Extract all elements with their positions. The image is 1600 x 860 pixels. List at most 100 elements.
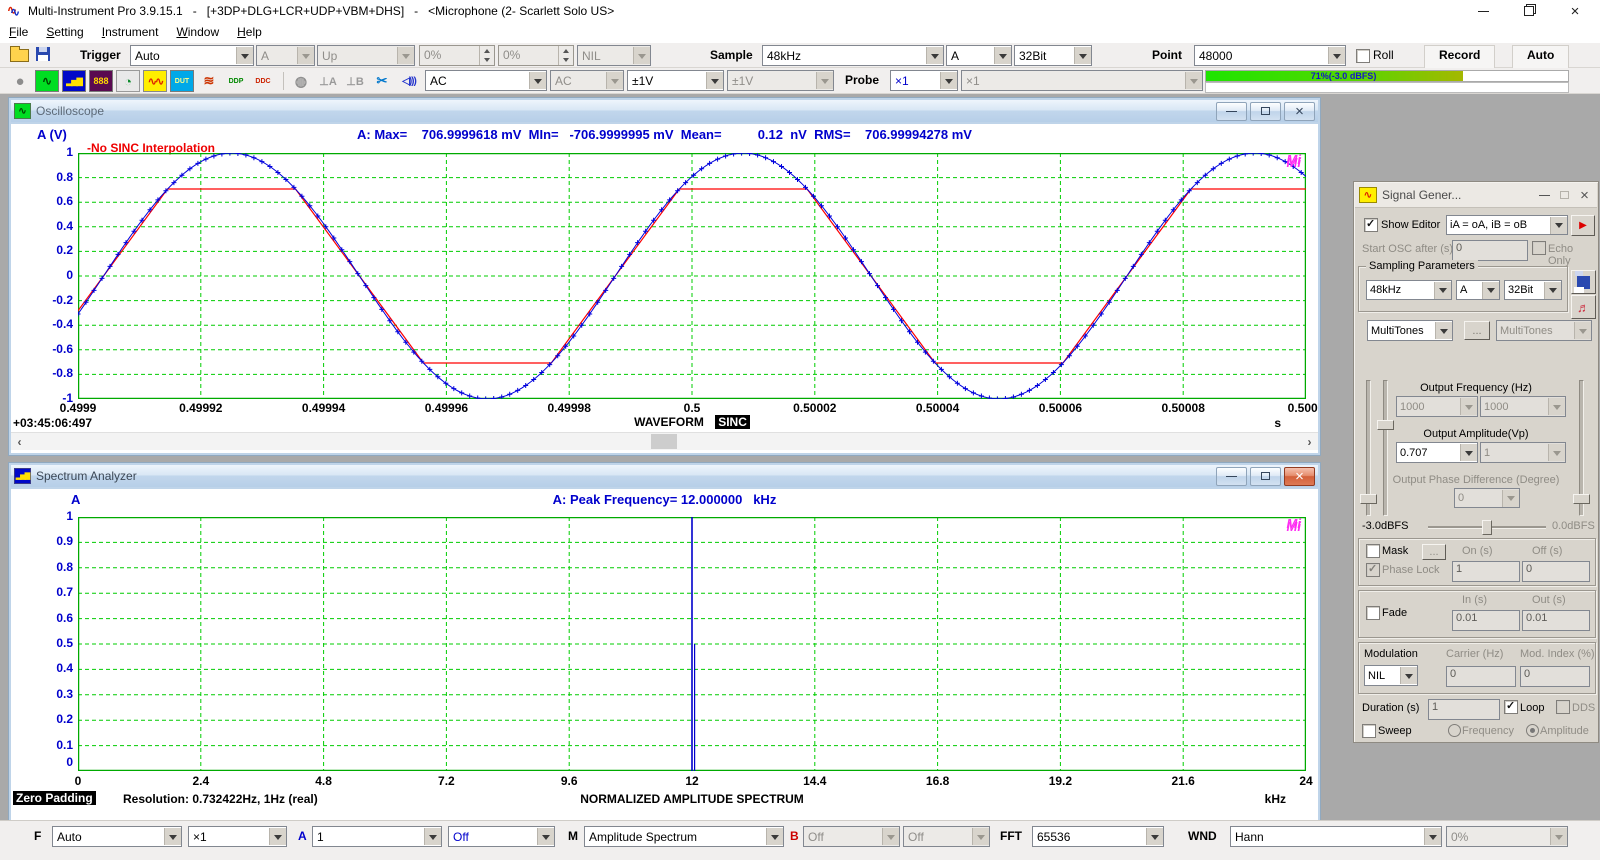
spectrum-plot[interactable]: Mi bbox=[78, 517, 1306, 771]
analysis-mode-select[interactable]: Amplitude Spectrum bbox=[584, 826, 784, 847]
spectrum-3d-plot-icon[interactable]: ◔ bbox=[116, 70, 140, 92]
frequency-axis-select[interactable]: Auto bbox=[52, 826, 182, 847]
minimize-button[interactable] bbox=[1460, 0, 1506, 22]
save-signal-button[interactable] bbox=[1571, 270, 1596, 294]
close-button[interactable] bbox=[1576, 188, 1593, 203]
gen-bit-depth-select[interactable]: 32Bit bbox=[1504, 280, 1562, 300]
probe-b-select[interactable]: ×1 bbox=[961, 70, 1203, 91]
carrier-input[interactable]: 0 bbox=[1446, 666, 1516, 687]
b-range-select[interactable]: Off bbox=[803, 826, 900, 847]
zero-padding-badge[interactable]: Zero Padding bbox=[13, 791, 96, 805]
amplitude-slider-a-thumb[interactable] bbox=[1360, 494, 1377, 504]
frequency-slider-a-track[interactable] bbox=[1383, 380, 1388, 516]
coupling-a-select[interactable]: AC bbox=[425, 70, 547, 91]
spectrum-analyzer-icon[interactable]: ▂▅▇ bbox=[62, 70, 86, 92]
gen-channel-select[interactable]: A bbox=[1456, 280, 1500, 300]
duration-input[interactable]: 1 bbox=[1428, 699, 1500, 720]
sampling-channel-select[interactable]: A bbox=[946, 45, 1012, 66]
scroll-left-icon[interactable]: ‹ bbox=[11, 433, 28, 450]
menu-item-setting[interactable]: Setting bbox=[37, 22, 92, 42]
record-icon[interactable]: ● bbox=[8, 70, 32, 92]
menu-item-window[interactable]: Window bbox=[167, 22, 228, 42]
show-editor-checkbox[interactable] bbox=[1364, 218, 1378, 232]
mask-on-input[interactable]: 1 bbox=[1452, 561, 1520, 582]
routing-select[interactable]: iA = oA, iB = oB bbox=[1446, 215, 1568, 235]
mod-index-input[interactable]: 0 bbox=[1520, 666, 1590, 687]
modulation-type-select[interactable]: NIL bbox=[1364, 665, 1418, 686]
scroll-right-icon[interactable]: › bbox=[1301, 433, 1318, 450]
minimize-button[interactable] bbox=[1216, 467, 1247, 486]
sweep-amplitude-radio[interactable] bbox=[1526, 724, 1539, 737]
coupling-b-select[interactable]: AC bbox=[550, 70, 624, 91]
fade-out-input[interactable]: 0.01 bbox=[1522, 610, 1590, 631]
record-button[interactable]: Record bbox=[1424, 45, 1495, 70]
generator-run-button[interactable]: ▶ bbox=[1571, 215, 1595, 236]
amplitude-b-select[interactable]: 1 bbox=[1480, 442, 1566, 463]
sampling-rate-select[interactable]: 48kHz bbox=[762, 45, 944, 66]
mask-off-input[interactable]: 0 bbox=[1522, 561, 1590, 582]
sweep-frequency-radio[interactable] bbox=[1448, 724, 1461, 737]
dbfs-slider-thumb[interactable] bbox=[1482, 520, 1492, 535]
waveform-plot[interactable]: Mi bbox=[78, 153, 1306, 399]
close-button[interactable] bbox=[1284, 467, 1315, 486]
menu-item-help[interactable]: Help bbox=[228, 22, 271, 42]
range-a-select[interactable]: ±1V bbox=[627, 70, 724, 91]
auto-scaling-button[interactable]: Auto bbox=[1512, 45, 1569, 70]
frequency-a-select[interactable]: 1000 bbox=[1396, 396, 1478, 417]
horizontal-scrollbar[interactable]: ‹ › bbox=[11, 432, 1318, 450]
waveform-b-select[interactable]: MultiTones bbox=[1496, 320, 1592, 341]
range-b-select[interactable]: ±1V bbox=[727, 70, 834, 91]
gen-sampling-rate-select[interactable]: 48kHz bbox=[1366, 280, 1452, 300]
close-button[interactable] bbox=[1284, 102, 1315, 121]
save-file-icon[interactable] bbox=[36, 47, 50, 61]
roll-checkbox[interactable] bbox=[1356, 49, 1370, 63]
trigger-source-select[interactable]: A bbox=[256, 45, 315, 66]
fade-checkbox[interactable] bbox=[1366, 606, 1380, 620]
restore-button[interactable] bbox=[1556, 188, 1573, 203]
oscilloscope-titlebar[interactable]: ∿ Oscilloscope bbox=[11, 100, 1318, 122]
trigger-edge-select[interactable]: Up bbox=[317, 45, 415, 66]
a-range-select[interactable]: 1 bbox=[312, 826, 442, 847]
dds-checkbox[interactable] bbox=[1556, 700, 1570, 714]
restore-button[interactable] bbox=[1250, 467, 1281, 486]
fade-in-input[interactable]: 0.01 bbox=[1452, 610, 1520, 631]
sweep-checkbox[interactable] bbox=[1362, 724, 1376, 738]
sinc-badge[interactable]: SINC bbox=[715, 415, 750, 429]
probe-calibration-icon[interactable]: ✂ bbox=[370, 70, 394, 92]
ddp-viewer-icon[interactable]: DDP bbox=[224, 70, 248, 92]
multimeter-icon[interactable]: 888 bbox=[89, 70, 113, 92]
minimize-button[interactable] bbox=[1216, 102, 1247, 121]
music-play-button[interactable]: ♬ bbox=[1571, 295, 1596, 319]
oscilloscope-icon[interactable]: ∿ bbox=[35, 70, 59, 92]
slider-b-thumb[interactable] bbox=[1573, 494, 1590, 504]
fft-size-select[interactable]: 65536 bbox=[1032, 826, 1164, 847]
signal-generator-icon[interactable]: ∿∿ bbox=[143, 70, 167, 92]
multitones-editor-button[interactable]: ... bbox=[1464, 321, 1490, 340]
a-reference-select[interactable]: Off bbox=[448, 826, 555, 847]
trigger-level-spinner[interactable]: 0% bbox=[419, 45, 495, 66]
trigger-delay-spinner[interactable]: 0% bbox=[498, 45, 574, 66]
bit-depth-select[interactable]: 32Bit bbox=[1014, 45, 1092, 66]
menu-item-file[interactable]: File bbox=[0, 22, 37, 42]
sound-output-icon[interactable]: ◁))) bbox=[397, 70, 421, 92]
spinner-arrows-icon[interactable] bbox=[558, 46, 573, 65]
reference-a-icon[interactable]: ⊥A bbox=[316, 70, 340, 92]
phase-lock-checkbox[interactable] bbox=[1366, 563, 1380, 577]
mask-checkbox[interactable] bbox=[1366, 544, 1380, 558]
record-length-select[interactable]: 48000 bbox=[1194, 45, 1346, 66]
scrollbar-thumb[interactable] bbox=[651, 434, 677, 449]
device-test-plan-icon[interactable]: DUT bbox=[170, 70, 194, 92]
frequency-b-select[interactable]: 1000 bbox=[1480, 396, 1566, 417]
overlap-select[interactable]: 0% bbox=[1446, 826, 1568, 847]
b-reference-select[interactable]: Off bbox=[903, 826, 990, 847]
restore-button[interactable] bbox=[1506, 0, 1552, 22]
trigger-mode-select[interactable]: Auto bbox=[130, 45, 254, 66]
close-button[interactable] bbox=[1552, 0, 1598, 22]
probe-a-select[interactable]: ×1 bbox=[890, 70, 958, 91]
phase-select[interactable]: 0 bbox=[1454, 488, 1520, 508]
window-function-select[interactable]: Hann bbox=[1230, 826, 1442, 847]
minimize-button[interactable] bbox=[1536, 188, 1553, 203]
derived-data-curve-icon[interactable]: ≋ bbox=[197, 70, 221, 92]
ddc-array-viewer-icon[interactable]: DDC bbox=[251, 70, 275, 92]
reference-b-icon[interactable]: ⊥B bbox=[343, 70, 367, 92]
